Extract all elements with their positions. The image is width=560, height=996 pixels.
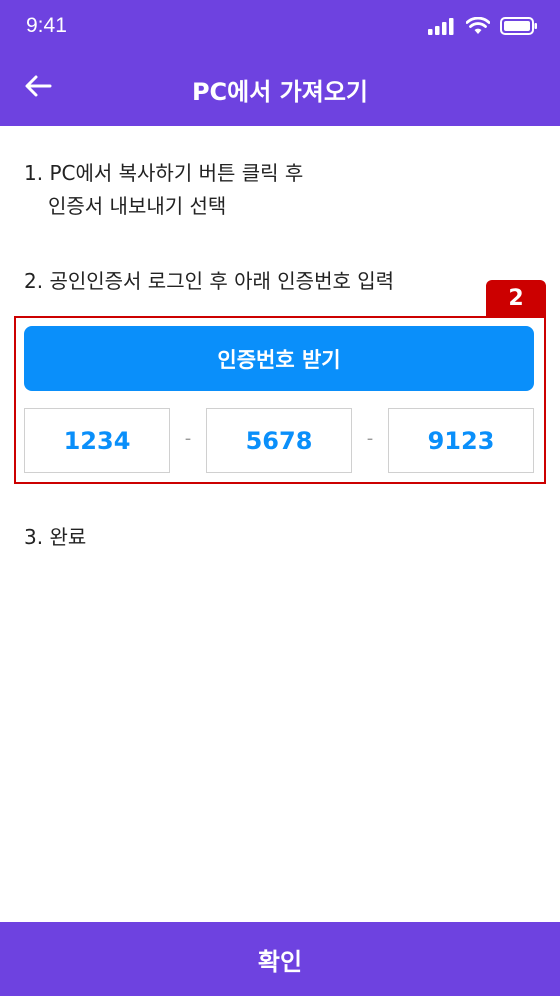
signal-icon — [428, 17, 456, 35]
step-1-line-2: 인증서 내보내기 선택 — [48, 194, 227, 218]
code-separator: - — [184, 428, 192, 449]
auth-code-field-2[interactable]: 5678 — [206, 408, 352, 473]
page-title: PC에서 가져오기 — [191, 78, 369, 106]
receive-auth-code-button[interactable]: 인증번호 받기 — [24, 326, 534, 391]
annotation-badge: 2 — [486, 280, 546, 317]
confirm-button[interactable]: 확인 — [0, 922, 560, 996]
status-bar: 9:41 — [0, 0, 560, 52]
step-2-instruction: 2. 공인인증서 로그인 후 아래 인증번호 입력 — [24, 269, 395, 293]
auth-code-field-1[interactable]: 1234 — [24, 408, 170, 473]
header: 9:41 PC에서 가져오기 — [0, 0, 560, 126]
app-bar: PC에서 가져오기 — [0, 52, 560, 126]
status-icons — [428, 16, 538, 36]
status-time: 9:41 — [26, 14, 67, 37]
code-separator: - — [366, 428, 374, 449]
auth-code-field-3[interactable]: 9123 — [388, 408, 534, 473]
step-1-instruction: 1. PC에서 복사하기 버튼 클릭 후 인증서 내보내기 선택 — [24, 157, 303, 223]
step-3-instruction: 3. 완료 — [24, 525, 87, 549]
battery-icon — [500, 17, 538, 35]
wifi-icon — [466, 17, 490, 35]
step-1-line-1: 1. PC에서 복사하기 버튼 클릭 후 — [24, 161, 304, 185]
screen: 9:41 PC에서 가져오기 1. PC에서 복사하기 버튼 클릭 후 인증서 … — [0, 0, 560, 996]
